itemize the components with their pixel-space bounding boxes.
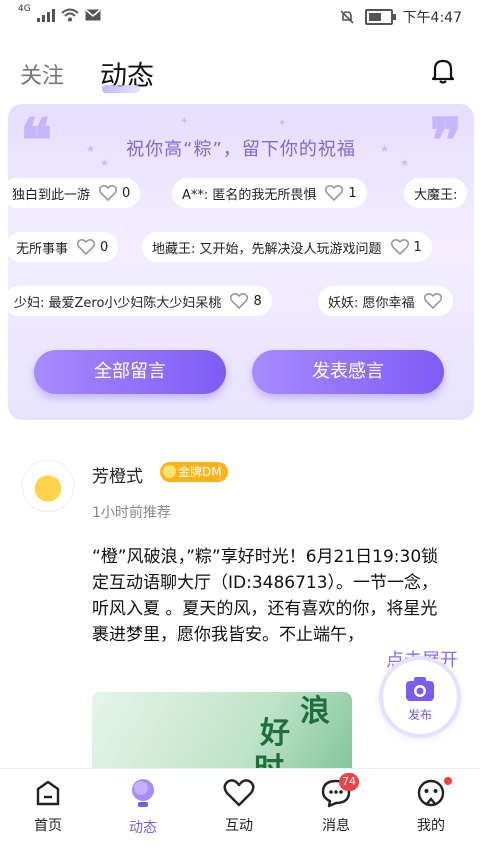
- wish-chip[interactable]: 少妇: 最爱Zero小少妇陈大少妇呆桃 8: [8, 286, 272, 316]
- post-wish-button[interactable]: 发表感言: [252, 350, 444, 394]
- wish-row: 独白到此一游 0 A**: 匿名的我无所畏惧 1 大魔王:: [8, 178, 474, 210]
- tab-label: 首页: [34, 818, 62, 834]
- tab-follow[interactable]: 关注: [20, 58, 64, 90]
- tab-label: 互动: [225, 818, 253, 834]
- publish-label: 发布: [407, 708, 432, 722]
- star-icon: ✦: [180, 116, 189, 127]
- tab-messages[interactable]: 74 消息: [301, 773, 371, 835]
- wish-row: 少妇: 最爱Zero小少妇陈大少妇呆桃 8 妖妖: 愿你幸福: [8, 286, 474, 318]
- tab-label: 消息: [322, 818, 350, 834]
- avatar[interactable]: [22, 460, 74, 512]
- battery-icon: [364, 9, 396, 25]
- notification-dot: [444, 777, 452, 785]
- wish-text: A**: 匿名的我无所畏惧: [182, 187, 317, 203]
- wish-text: 少妇: 最爱Zero小少妇陈大少妇呆桃: [14, 295, 222, 311]
- like-count: 1: [348, 185, 357, 201]
- tab-dynamic-nav[interactable]: 动态: [108, 777, 178, 837]
- like-count: 8: [253, 293, 262, 309]
- wish-text: 独白到此一游: [12, 187, 91, 203]
- bulb-icon: [132, 779, 154, 807]
- bottom-tab-bar: 首页 动态 互动 74 消息 我的: [0, 768, 480, 854]
- heart-icon[interactable]: [423, 292, 443, 310]
- post-username[interactable]: 芳橙式: [92, 462, 143, 487]
- message-count-badge: 74: [339, 773, 359, 791]
- wish-chip[interactable]: 地藏王: 又开始，先解决没人玩游戏问题 1: [142, 232, 432, 262]
- wish-text: 地藏王: 又开始，先解决没人玩游戏问题: [152, 241, 382, 257]
- wifi-icon: [61, 8, 79, 22]
- like-count: 0: [122, 185, 131, 201]
- wish-text: 无所事事: [16, 241, 69, 257]
- tab-label: 我的: [417, 818, 445, 834]
- heart-icon[interactable]: [390, 238, 410, 256]
- wish-chip[interactable]: 独白到此一游 0: [8, 178, 141, 208]
- profile-face-icon: [417, 779, 445, 807]
- tab-dynamic[interactable]: 动态: [100, 54, 154, 93]
- wish-text: 大魔王:: [414, 187, 458, 203]
- home-icon: [36, 780, 60, 806]
- post-time: 1小时前推荐: [92, 505, 171, 521]
- mail-icon: [85, 9, 101, 21]
- wish-chip[interactable]: A**: 匿名的我无所畏惧 1: [172, 178, 367, 208]
- wish-chip[interactable]: 妖妖: 愿你幸福: [318, 286, 453, 316]
- tab-home[interactable]: 首页: [13, 777, 83, 835]
- gold-dm-badge: 金牌DM: [160, 462, 228, 482]
- wish-row: 无所事事 0 地藏王: 又开始，先解决没人玩游戏问题 1: [8, 232, 474, 264]
- heart-outline-icon: [223, 779, 255, 807]
- tab-label: 动态: [129, 820, 157, 836]
- heart-icon[interactable]: [98, 184, 118, 202]
- like-count: 1: [413, 239, 422, 255]
- star-icon: ✦: [278, 118, 287, 129]
- wish-board: ❝ ❞ ★ ★ ✦ ✦ ★ ★ 祝你高“粽”，留下你的祝福 独白到此一游 0 A…: [8, 104, 474, 420]
- tab-mine[interactable]: 我的: [396, 777, 466, 835]
- heart-icon[interactable]: [76, 238, 96, 256]
- image-text: 浪: [300, 694, 330, 729]
- clock: 下午4:47: [402, 10, 462, 26]
- heart-icon[interactable]: [229, 292, 249, 310]
- network-type: 4G: [18, 4, 31, 14]
- status-bar: 4G 下午4:47: [0, 0, 480, 34]
- signal-icon: [36, 8, 55, 22]
- mute-icon: [339, 10, 354, 24]
- post-content: “橙”风破浪，”粽”享好时光！6月21日19:30锁定互动语聊大厅（ID:348…: [92, 547, 439, 645]
- wish-text: 妖妖: 愿你幸福: [328, 295, 415, 311]
- publish-button[interactable]: 发布: [383, 660, 457, 734]
- bell-icon[interactable]: [428, 56, 458, 86]
- top-nav: 关注 动态: [0, 40, 480, 100]
- heart-icon[interactable]: [324, 184, 344, 202]
- all-messages-button[interactable]: 全部留言: [34, 350, 226, 394]
- wish-chip[interactable]: 无所事事 0: [8, 232, 119, 262]
- camera-icon: [406, 677, 434, 701]
- tab-interact[interactable]: 互动: [204, 777, 274, 835]
- like-count: 0: [100, 239, 109, 255]
- wish-chip[interactable]: 大魔王:: [404, 178, 468, 208]
- wish-board-title: 祝你高“粽”，留下你的祝福: [126, 139, 356, 160]
